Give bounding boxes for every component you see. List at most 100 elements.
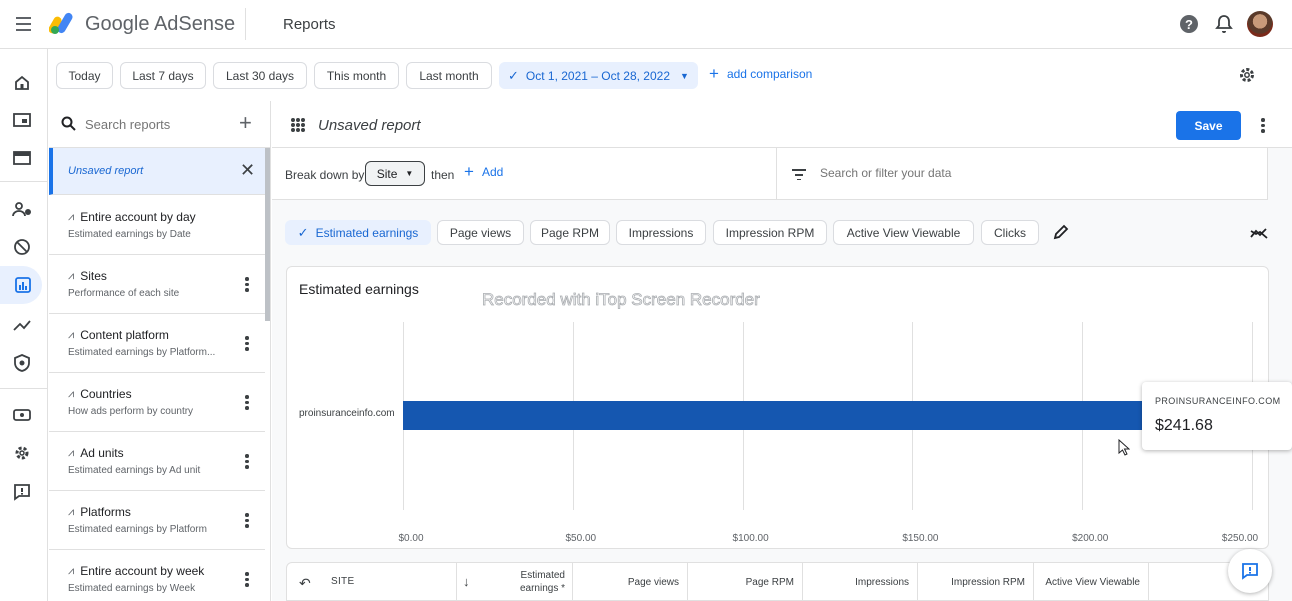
notifications-bell-icon[interactable] xyxy=(1215,14,1233,39)
new-report-plus-icon[interactable]: + xyxy=(239,110,252,136)
top-bar: Google AdSense Reports ? xyxy=(0,0,1292,49)
chart-x-tick-label: $0.00 xyxy=(398,533,424,544)
more-options-icon[interactable] xyxy=(245,277,249,294)
column-header-page-views[interactable]: Page views xyxy=(572,563,688,601)
sidebar-report-title: Content platform xyxy=(80,328,169,342)
payments-icon[interactable] xyxy=(8,401,36,429)
sidebar-report-item[interactable]: ⩘ Entire account by day Estimated earnings… xyxy=(49,196,265,255)
rail-divider xyxy=(0,388,48,389)
search-reports-bar: + xyxy=(49,101,270,148)
sidebar-report-item[interactable]: ⩘ Platforms Estimated earnings by Platform xyxy=(49,491,265,550)
column-header-impressions[interactable]: Impressions xyxy=(803,563,918,601)
more-options-icon[interactable] xyxy=(245,336,249,353)
sites-icon[interactable] xyxy=(8,106,36,134)
sidebar-report-item[interactable]: ⩘ Content platform Estimated earnings by P… xyxy=(49,314,265,373)
sidebar-report-item[interactable]: ⩘ Sites Performance of each site xyxy=(49,255,265,314)
tooltip-site: PROINSURANCEINFO.COM xyxy=(1155,396,1281,406)
breakdown-value: Site xyxy=(376,166,398,181)
date-range-label: Oct 1, 2021 – Oct 28, 2022 xyxy=(525,68,670,83)
column-header-site[interactable]: SITE xyxy=(331,576,354,587)
column-header-page-rpm[interactable]: Page RPM xyxy=(688,563,803,601)
sidebar-report-title: Sites xyxy=(80,269,107,283)
active-report-label: Unsaved report xyxy=(68,165,144,177)
date-chip-last-7-days[interactable]: Last 7 days xyxy=(120,62,206,89)
chart-x-tick-label: $250.00 xyxy=(1221,533,1259,544)
breakdown-bar: Break down by Site ▼ then + Add xyxy=(272,148,1268,200)
sidebar-report-item[interactable]: ⩘ Ad units Estimated earnings by Ad unit xyxy=(49,432,265,491)
more-options-icon[interactable] xyxy=(245,572,249,589)
date-chip-last-month[interactable]: Last month xyxy=(406,62,492,89)
compare-trend-icon[interactable] xyxy=(1250,226,1268,244)
active-report-item[interactable]: Unsaved report ✕ xyxy=(49,148,265,195)
feedback-fab[interactable] xyxy=(1228,549,1272,593)
date-chip-this-month[interactable]: This month xyxy=(314,62,399,89)
column-header-estimated-earnings[interactable]: Estimated earnings * xyxy=(487,569,565,595)
metric-chip-clicks[interactable]: Clicks xyxy=(981,220,1039,245)
tooltip-value: $241.68 xyxy=(1155,417,1213,434)
chart-tooltip: PROINSURANCEINFO.COM $241.68 xyxy=(1142,382,1292,450)
help-icon[interactable]: ? xyxy=(1180,15,1198,33)
date-chip-today[interactable]: Today xyxy=(56,62,113,89)
sidebar-report-title-row: ⩘ Entire account by week xyxy=(68,564,204,578)
policy-center-icon[interactable] xyxy=(8,349,36,377)
date-range-selector[interactable]: ✓ Oct 1, 2021 – Oct 28, 2022 ▼ xyxy=(499,62,698,89)
date-chip-last-30-days[interactable]: Last 30 days xyxy=(213,62,307,89)
apps-grid-icon[interactable] xyxy=(291,118,305,132)
sidebar-report-item[interactable]: ⩘ Entire account by week Estimated earning… xyxy=(49,550,265,601)
plus-icon: + xyxy=(709,64,719,83)
metric-chip-impressions[interactable]: Impressions xyxy=(616,220,706,245)
sidebar-report-subtitle: How ads perform by country xyxy=(68,406,194,417)
sidebar-report-title-row: ⩘ Platforms xyxy=(68,505,131,519)
add-breakdown-button[interactable]: + Add xyxy=(464,163,503,180)
sidebar-report-title: Countries xyxy=(80,387,132,401)
sidebar-scrollbar[interactable] xyxy=(265,148,270,321)
avatar[interactable] xyxy=(1247,11,1273,37)
chart-x-tick-label: $50.00 xyxy=(565,533,597,544)
more-options-icon[interactable] xyxy=(245,513,249,530)
feedback-icon[interactable] xyxy=(8,478,36,506)
sidebar-report-item[interactable]: ⩘ Countries How ads perform by country xyxy=(49,373,265,432)
feedback-icon xyxy=(1242,563,1258,580)
chart-bar-proinsuranceinfo[interactable] xyxy=(403,401,1224,430)
edit-metrics-pencil-icon[interactable] xyxy=(1053,224,1069,245)
sparkle-icon: ⩘ xyxy=(68,564,75,577)
sidebar-report-title-row: ⩘ Countries xyxy=(68,387,132,401)
filter-data-input[interactable] xyxy=(820,162,1240,184)
search-reports-input[interactable] xyxy=(85,113,225,135)
settings-gear-icon[interactable] xyxy=(8,439,36,467)
column-header-impression-rpm[interactable]: Impression RPM xyxy=(918,563,1034,601)
sidebar-report-title-row: ⩘ Ad units xyxy=(68,446,124,460)
close-icon[interactable]: ✕ xyxy=(240,160,255,181)
metric-chip-page-views[interactable]: Page views xyxy=(437,220,524,245)
sort-descending-icon[interactable]: ↓ xyxy=(463,574,470,589)
sidebar-report-subtitle: Estimated earnings by Date xyxy=(68,229,191,240)
ads-icon[interactable] xyxy=(8,144,36,172)
more-options-icon[interactable] xyxy=(1261,118,1265,133)
reports-icon[interactable] xyxy=(0,266,42,304)
recorder-watermark: Recorded with iTop Screen Recorder xyxy=(482,290,761,310)
rail-divider xyxy=(0,181,48,182)
menu-icon[interactable] xyxy=(16,17,31,31)
blocking-controls-icon[interactable] xyxy=(8,233,36,261)
metric-chip-active-view-viewable[interactable]: Active View Viewable xyxy=(833,220,974,245)
privacy-messaging-icon[interactable] xyxy=(8,195,36,223)
more-options-icon[interactable] xyxy=(245,395,249,412)
report-title[interactable]: Unsaved report xyxy=(318,117,421,134)
adsense-logo-icon xyxy=(48,12,77,34)
metric-chip-impression-rpm[interactable]: Impression RPM xyxy=(713,220,827,245)
more-options-icon[interactable] xyxy=(245,454,249,471)
save-button[interactable]: Save xyxy=(1176,111,1241,140)
sidebar-report-subtitle: Estimated earnings by Platform xyxy=(68,524,207,535)
metric-chip-estimated-earnings[interactable]: ✓ Estimated earnings xyxy=(285,220,431,245)
dropdown-arrow-icon: ▼ xyxy=(680,70,689,81)
add-comparison-link[interactable]: + add comparison xyxy=(709,64,812,83)
report-settings-gear-icon[interactable] xyxy=(1238,66,1256,89)
optimization-trend-icon[interactable] xyxy=(8,311,36,339)
undo-icon[interactable]: ↶ xyxy=(299,575,311,592)
metric-chip-page-rpm[interactable]: Page RPM xyxy=(530,220,610,245)
home-icon[interactable] xyxy=(8,69,36,97)
metric-chip-label: Estimated earnings xyxy=(315,225,419,240)
column-header-active-view-viewable[interactable]: Active View Viewable xyxy=(1034,563,1149,601)
sidebar-report-subtitle: Estimated earnings by Ad unit xyxy=(68,465,201,476)
breakdown-dimension-select[interactable]: Site ▼ xyxy=(365,161,425,186)
